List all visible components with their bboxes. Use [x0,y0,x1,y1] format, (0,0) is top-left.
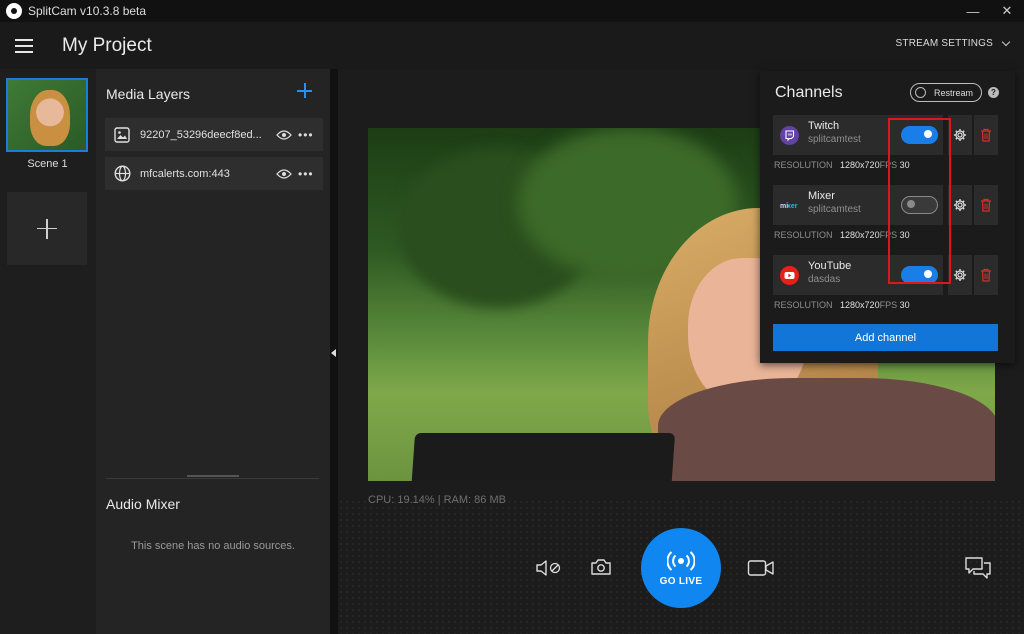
laptop [410,433,676,481]
fps-value: 30 [899,300,910,310]
camera-snapshot-icon[interactable] [590,557,612,577]
channel-enable-toggle[interactable] [901,126,938,144]
add-layer-plus-icon[interactable] [297,83,312,98]
divider [106,478,319,479]
restream-toggle[interactable]: Restream [910,83,982,102]
channel-toggle-cell [889,185,943,225]
no-audio-message: This scene has no audio sources. [131,540,295,552]
restream-label: Restream [934,87,974,98]
eye-icon[interactable] [276,129,292,141]
trash-icon[interactable] [974,115,998,155]
project-title: My Project [62,34,152,56]
toggle-knob [924,270,932,278]
broadcast-icon [667,550,695,571]
layer-item[interactable]: 92207_53296deecf8ed... ••• [105,118,323,151]
channel-resolution-line: RESOLUTION 1280x720FPS 30 [774,160,910,170]
channel-name: Mixer [808,190,835,202]
stream-settings-label: STREAM SETTINGS [895,38,993,49]
more-options-icon[interactable]: ••• [298,167,314,181]
channels-title: Channels [775,84,843,101]
layer-name: mfcalerts.com:443 [140,167,230,180]
resolution-label: RESOLUTION [774,160,833,170]
fps-label: FPS [879,160,898,170]
channel-user: splitcamtest [808,134,861,145]
channel-toggle-cell [889,115,943,155]
toggle-knob [924,130,932,138]
channel-name: YouTube [808,260,852,272]
mixer-icon: mi xer [779,195,799,215]
channel-toggle-cell [889,255,943,295]
fps-label: FPS [879,230,898,240]
gear-icon[interactable] [948,255,972,295]
svg-text:xer: xer [787,203,798,210]
image-icon [113,126,131,144]
help-icon[interactable]: ? [988,87,999,98]
app-header: My Project STREAM SETTINGS [0,22,1024,69]
resolution-value: 1280x720 [840,230,880,240]
go-live-button[interactable]: GO LIVE [641,528,721,608]
channel-row-youtube: YouTube dasdas [773,255,889,295]
channel-row-mixer: mi xer Mixer splitcamtest [773,185,889,225]
stream-settings-button[interactable]: STREAM SETTINGS [895,37,1011,49]
go-live-label: GO LIVE [659,575,703,587]
toggle-knob [907,200,915,208]
app-logo-icon [6,3,22,19]
channel-enable-toggle[interactable] [901,266,938,284]
chevron-down-icon [1001,37,1011,47]
scene-thumbnail-image [30,90,70,146]
globe-icon [113,165,131,183]
channels-panel: Channels Restream ? Twitch splitcamtest … [760,71,1015,363]
panel-splitter-handle[interactable] [187,475,239,477]
cpu-ram-status: CPU: 19.14% | RAM: 86 MB [368,494,506,506]
channel-resolution-line: RESOLUTION 1280x720FPS 30 [774,230,910,240]
gear-icon[interactable] [948,185,972,225]
channel-row-twitch: Twitch splitcamtest [773,115,889,155]
window-controls: — ✕ [956,0,1024,22]
trash-icon[interactable] [974,185,998,225]
scene-label: Scene 1 [27,158,68,170]
audio-mixer-title: Audio Mixer [106,496,180,512]
gear-icon[interactable] [948,115,972,155]
title-bar: SplitCam v10.3.8 beta — ✕ [0,0,1024,22]
plus-icon [37,218,57,239]
resolution-value: 1280x720 [840,160,880,170]
minimize-button[interactable]: — [956,0,990,22]
youtube-icon [779,265,799,285]
close-button[interactable]: ✕ [990,0,1024,22]
add-channel-button[interactable]: Add channel [773,324,998,351]
media-layers-title: Media Layers [106,86,191,102]
mute-audio-icon[interactable] [535,558,563,578]
channel-resolution-line: RESOLUTION 1280x720FPS 30 [774,300,910,310]
add-scene-button[interactable] [7,192,87,265]
chat-icon[interactable] [964,556,992,580]
person-shirt [658,378,995,481]
channel-user: splitcamtest [808,204,861,215]
channel-name: Twitch [808,120,840,132]
twitch-icon [779,125,799,145]
fps-value: 30 [899,230,910,240]
collapse-arrow-icon[interactable] [331,349,336,357]
resolution-value: 1280x720 [840,300,880,310]
resolution-label: RESOLUTION [774,230,833,240]
app-title: SplitCam v10.3.8 beta [28,4,147,18]
media-layers-panel: Media Layers 92207_53296deecf8ed... ••• … [96,69,330,634]
channel-user: dasdas [808,274,841,285]
hamburger-menu-icon[interactable] [15,38,33,53]
eye-icon[interactable] [276,168,292,180]
fps-value: 30 [899,160,910,170]
trash-icon[interactable] [974,255,998,295]
record-video-icon[interactable] [747,559,775,577]
resolution-label: RESOLUTION [774,300,833,310]
layer-name: 92207_53296deecf8ed... [140,128,262,141]
channel-enable-toggle[interactable] [901,196,938,214]
scenes-panel: Scene 1 [0,69,95,634]
scene-thumbnail[interactable] [6,78,88,152]
fps-label: FPS [879,300,898,310]
layer-item[interactable]: mfcalerts.com:443 ••• [105,157,323,190]
more-options-icon[interactable]: ••• [298,128,314,142]
restream-radio-icon [915,87,926,98]
